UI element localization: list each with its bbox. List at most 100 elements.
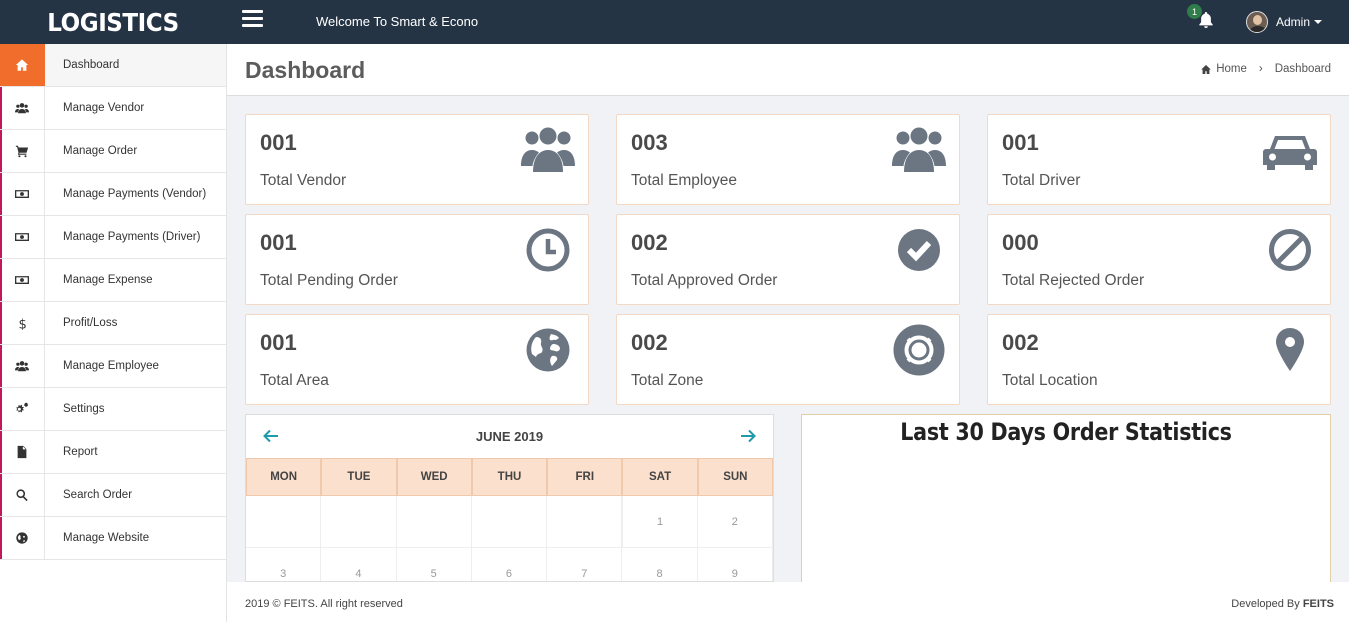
stat-card-total-rejected-order[interactable]: 000 Total Rejected Order (987, 214, 1331, 305)
sidebar-item-manage-expense[interactable]: Manage Expense (0, 259, 226, 302)
stat-card-total-driver[interactable]: 001 Total Driver (987, 114, 1331, 205)
bell-icon[interactable] (1198, 11, 1216, 31)
file-icon (0, 431, 45, 473)
sidebar-item-manage-website[interactable]: Manage Website (0, 517, 226, 560)
users-icon (520, 122, 576, 178)
home-icon (0, 44, 45, 86)
user-menu[interactable]: Admin (1246, 11, 1323, 33)
order-statistics-panel: Last 30 Days Order Statistics (801, 414, 1331, 582)
svg-text:$: $ (19, 317, 27, 330)
money-icon (0, 259, 45, 301)
stat-value: 002 (1002, 330, 1039, 355)
sidebar-item-manage-payments-vendor[interactable]: Manage Payments (Vendor) (0, 173, 226, 216)
sidebar-item-label: Manage Order (63, 145, 138, 157)
calendar-day-empty (547, 496, 623, 548)
weekday-label: WED (396, 458, 472, 496)
sidebar-item-report[interactable]: Report (0, 431, 226, 474)
stat-card-total-zone[interactable]: 002 Total Zone (616, 314, 960, 405)
stat-value: 001 (1002, 130, 1039, 155)
avatar (1246, 11, 1268, 33)
check-circle-icon (891, 222, 947, 278)
stat-card-total-pending-order[interactable]: 001 Total Pending Order (245, 214, 589, 305)
sidebar-item-label: Dashboard (63, 59, 120, 71)
search-icon (0, 474, 45, 516)
breadcrumb-current: Dashboard (1274, 63, 1331, 75)
lifebuoy-icon (891, 322, 947, 378)
globe-icon (0, 517, 45, 559)
calendar-day[interactable]: 4 (321, 548, 397, 581)
sidebar-item-profit-loss[interactable]: $ Profit/Loss (0, 302, 226, 345)
stat-value: 001 (260, 230, 297, 255)
stat-card-total-employee[interactable]: 003 Total Employee (616, 114, 960, 205)
calendar-day[interactable]: 1 (622, 496, 698, 548)
sidebar-item-label: Settings (63, 403, 105, 415)
breadcrumb-home[interactable]: Home (1216, 63, 1247, 75)
users-icon (891, 122, 947, 178)
calendar-day-empty (321, 496, 397, 548)
developed-by-prefix: Developed By (1231, 598, 1300, 610)
money-icon (0, 216, 45, 258)
users-icon (0, 87, 45, 129)
sidebar: Dashboard Manage Vendor Manage Order Man… (0, 44, 227, 622)
sidebar-item-manage-vendor[interactable]: Manage Vendor (0, 87, 226, 130)
sidebar-item-label: Manage Payments (Driver) (63, 231, 201, 243)
weekday-label: THU (471, 458, 548, 496)
calendar-day[interactable]: 8 (622, 548, 698, 581)
calendar-day-empty (396, 496, 472, 548)
stat-card-total-location[interactable]: 002 Total Location (987, 314, 1331, 405)
sidebar-item-manage-payments-driver[interactable]: Manage Payments (Driver) (0, 216, 226, 259)
sidebar-item-dashboard[interactable]: Dashboard (0, 44, 226, 87)
copyright-text: 2019 © FEITS. All right reserved (245, 598, 403, 610)
dollar-icon: $ (0, 302, 45, 344)
order-statistics-title: Last 30 Days Order Statistics (900, 418, 1232, 446)
caret-down-icon (1314, 20, 1323, 24)
calendar-day[interactable]: 3 (246, 548, 322, 581)
stat-label: Total Area (260, 372, 329, 389)
stat-value: 002 (631, 330, 668, 355)
sidebar-item-manage-order[interactable]: Manage Order (0, 130, 226, 173)
weekday-label: TUE (321, 458, 397, 496)
calendar-grid: 1 2 3 4 5 6 7 8 9 (246, 496, 773, 581)
page-title: Dashboard (245, 57, 366, 83)
chevron-right-icon: › (1258, 63, 1263, 75)
stat-label: Total Approved Order (631, 272, 778, 289)
brand-logo[interactable]: LOGISTICS (9, 0, 217, 44)
calendar-day-empty (246, 496, 322, 548)
calendar-day[interactable]: 7 (547, 548, 623, 581)
calendar-day[interactable]: 5 (397, 548, 472, 581)
stat-value: 001 (260, 330, 297, 355)
footer: 2019 © FEITS. All right reserved Develop… (227, 582, 1349, 622)
menu-toggle-icon[interactable] (242, 10, 263, 27)
breadcrumb: Home › Dashboard (1200, 63, 1331, 75)
sidebar-item-label: Profit/Loss (63, 317, 118, 329)
page-header: Dashboard Home › Dashboard (227, 44, 1349, 96)
user-name: Admin (1276, 15, 1311, 29)
car-icon (1262, 122, 1318, 178)
sidebar-item-settings[interactable]: Settings (0, 388, 226, 431)
calendar-weekday-row: MON TUE WED THU FRI SAT SUN (246, 458, 773, 496)
welcome-text: Welcome To Smart & Econo (316, 14, 479, 29)
developer-name[interactable]: FEITS (1303, 598, 1334, 610)
sidebar-item-label: Search Order (63, 489, 133, 501)
calendar-day[interactable]: 9 (698, 548, 773, 581)
stat-label: Total Rejected Order (1002, 272, 1145, 289)
stat-card-total-vendor[interactable]: 001 Total Vendor (245, 114, 589, 205)
calendar: JUNE 2019 MON TUE WED THU FRI SAT SUN 1 … (245, 414, 774, 582)
weekday-label: SUN (697, 458, 773, 496)
stat-label: Total Pending Order (260, 272, 398, 289)
arrow-right-icon[interactable] (739, 427, 757, 445)
calendar-header: JUNE 2019 (246, 415, 773, 458)
map-marker-icon (1262, 322, 1318, 378)
sidebar-item-label: Report (63, 446, 98, 458)
calendar-day[interactable]: 2 (697, 496, 773, 548)
users-icon (0, 345, 45, 387)
stat-card-total-area[interactable]: 001 Total Area (245, 314, 589, 405)
sidebar-item-search-order[interactable]: Search Order (0, 474, 226, 517)
top-bar: LOGISTICS Welcome To Smart & Econo 1 Adm… (0, 0, 1349, 44)
calendar-day[interactable]: 6 (472, 548, 548, 581)
stat-value: 000 (1002, 230, 1039, 255)
sidebar-item-label: Manage Payments (Vendor) (63, 188, 207, 200)
sidebar-item-manage-employee[interactable]: Manage Employee (0, 345, 226, 388)
stat-card-total-approved-order[interactable]: 002 Total Approved Order (616, 214, 960, 305)
calendar-month-title: JUNE 2019 (475, 429, 544, 444)
